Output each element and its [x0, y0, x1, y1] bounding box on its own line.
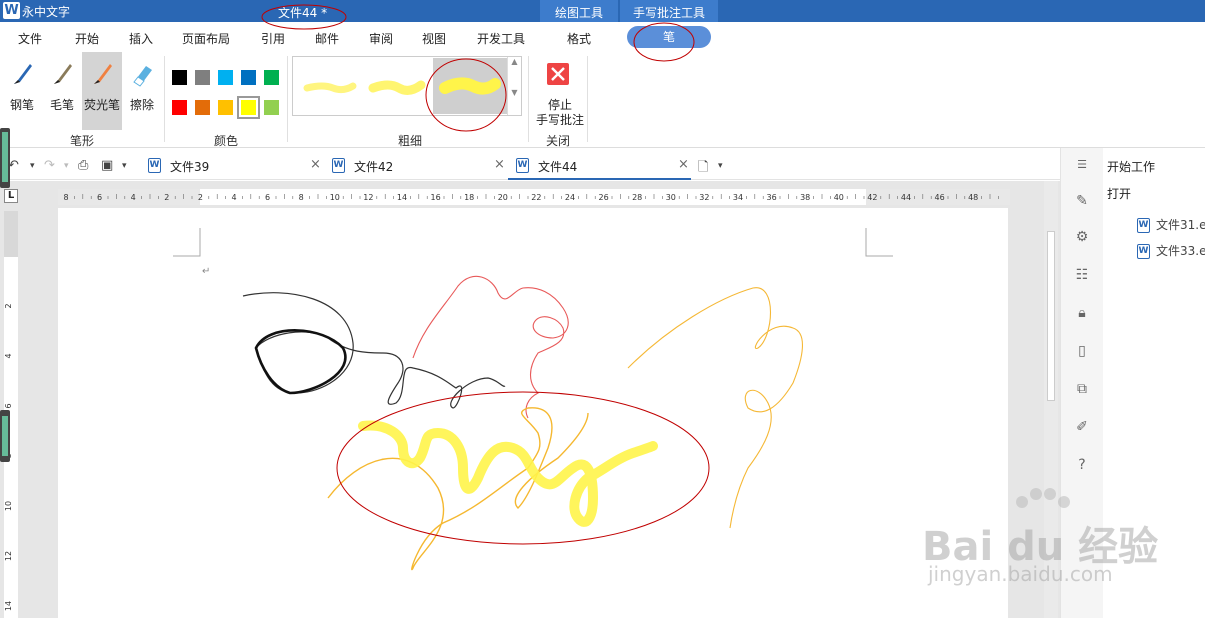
- ruler-tick-label: 4: [131, 193, 136, 202]
- ruler-tick-label: 18: [464, 193, 474, 202]
- print-preview-icon[interactable]: ⎙: [78, 158, 88, 173]
- ruler-tick-label: 12: [4, 551, 13, 561]
- left-edge-handle-lower[interactable]: [0, 410, 10, 462]
- ruler-tick-label: 4: [4, 353, 13, 358]
- ruler-tick-label: 16: [431, 193, 441, 202]
- task-pane-title: 开始工作: [1107, 160, 1156, 174]
- ruler-tick-label: 2: [164, 193, 169, 202]
- lock-icon[interactable]: 🔒︎: [1073, 304, 1091, 322]
- customize-dropdown-icon[interactable]: ▾: [122, 161, 127, 171]
- document-icon: W: [1137, 218, 1150, 233]
- redo-dropdown-icon[interactable]: ▾: [64, 161, 69, 171]
- document-area: L 8 6 4 2 2 4 6 8 10 12 14 16 18 20 22 24 26 28 30 32 34 36 38…: [0, 181, 1060, 628]
- settings-sliders-icon[interactable]: ⚙: [1073, 228, 1091, 246]
- help-icon[interactable]: ?: [1073, 456, 1091, 474]
- ruler-tick-label: 2: [198, 193, 203, 202]
- annotation-overlay: [261, 4, 695, 132]
- margin-mark: [173, 228, 201, 257]
- document-icon: W: [332, 158, 345, 173]
- new-document-icon[interactable]: 🗋: [698, 158, 708, 180]
- scrollbar-thumb[interactable]: [1047, 231, 1055, 401]
- tab-document-44[interactable]: W 文件44 ×: [508, 152, 691, 180]
- ruler-tick-label: 38: [800, 193, 810, 202]
- edit-icon[interactable]: ✐: [1073, 418, 1091, 436]
- ruler-tick-label: 2: [4, 303, 13, 308]
- document-icon: W: [148, 158, 161, 173]
- tab-stop-selector[interactable]: L: [4, 189, 18, 203]
- tab-label: 文件39: [170, 160, 210, 174]
- redo-icon[interactable]: ↷: [44, 158, 55, 173]
- ruler-tick-label: 30: [666, 193, 676, 202]
- ruler-tick-label: 42: [867, 193, 877, 202]
- handle-fill: [2, 132, 8, 182]
- ruler-tick-label: 6: [265, 193, 270, 202]
- ruler-tick-label: 10: [4, 501, 13, 511]
- ruler-tick-label: 22: [531, 193, 541, 202]
- close-tab-icon[interactable]: ×: [678, 157, 689, 172]
- clipboard-icon[interactable]: ▯: [1073, 342, 1091, 360]
- close-tab-icon[interactable]: ×: [310, 157, 321, 172]
- ruler-tick-label: 26: [599, 193, 609, 202]
- baidu-watermark: Bai du 经验 jingyan.baidu.com: [922, 488, 1182, 598]
- yellow-highlighter-stroke: [358, 420, 658, 527]
- ruler-tick-label: 6: [4, 403, 13, 408]
- ruler-tick-label: 46: [935, 193, 945, 202]
- ruler-tick-label: 28: [632, 193, 642, 202]
- ruler-tick-label: 48: [968, 193, 978, 202]
- copy-icon[interactable]: ⧉: [1073, 380, 1091, 398]
- ruler-tick-label: 34: [733, 193, 743, 202]
- red-pen-stroke: [412, 275, 569, 419]
- ruler-tick-label: 6: [97, 193, 102, 202]
- annotation-ellipse-pen-tab: [633, 22, 695, 62]
- ruler-tick-label: 4: [231, 193, 236, 202]
- horizontal-ruler[interactable]: 8 6 4 2 2 4 6 8 10 12 14 16 18 20 22 24 26 28 30 32 34 36 38 40…: [58, 189, 1010, 205]
- document-icon: W: [516, 158, 529, 173]
- watermark-url: jingyan.baidu.com: [928, 562, 1113, 586]
- annotation-ellipse-thickness: [425, 58, 507, 132]
- close-tab-icon[interactable]: ×: [494, 157, 505, 172]
- document-page[interactable]: ↵: [58, 208, 1008, 628]
- new-document-dropdown-icon[interactable]: ▾: [718, 161, 723, 171]
- collapse-icon[interactable]: ☰: [1073, 156, 1091, 174]
- pencil-icon[interactable]: ✎: [1073, 192, 1091, 210]
- tab-document-42[interactable]: W 文件42 ×: [324, 152, 508, 180]
- orange-pen-stroke: [627, 287, 804, 529]
- document-tabs-bar: ↶ ▾ ↷ ▾ ⎙ ▣ ▾ W 文件39 × W 文件42 × W 文件44 ×…: [0, 152, 1060, 180]
- ruler-tick-label: 8: [63, 193, 68, 202]
- handwriting-annotations: ↵: [173, 228, 893, 571]
- handle-fill: [2, 416, 8, 456]
- ruler-tick-label: 36: [767, 193, 777, 202]
- black-pen-stroke-thick: [254, 329, 347, 395]
- ruler-tick-label: 12: [363, 193, 373, 202]
- undo-dropdown-icon[interactable]: ▾: [30, 161, 35, 171]
- tab-document-39[interactable]: W 文件39 ×: [140, 152, 325, 180]
- ruler-tick-label: 14: [4, 601, 13, 611]
- ruler-tick-label: 8: [299, 193, 304, 202]
- ruler-tick-label: 32: [699, 193, 709, 202]
- ruler-tick-label: 44: [901, 193, 911, 202]
- ruler-tick-label: 20: [498, 193, 508, 202]
- paragraph-mark-icon: ↵: [202, 266, 210, 277]
- ruler-tick-label: 40: [834, 193, 844, 202]
- margin-mark: [865, 228, 893, 257]
- recent-file-item[interactable]: W 文件33.e: [1137, 242, 1205, 259]
- ruler-tick-label: 14: [397, 193, 407, 202]
- left-edge-handle[interactable]: [0, 128, 10, 188]
- recent-file-item[interactable]: W 文件31.e: [1137, 216, 1205, 233]
- annotation-ellipse-title: [261, 4, 347, 30]
- save-icon[interactable]: ▣: [101, 158, 113, 173]
- ruler-tick-label: 10: [330, 193, 340, 202]
- ruler-tick-label: 24: [565, 193, 575, 202]
- navigation-icon[interactable]: ☷: [1073, 266, 1091, 284]
- tab-label: 文件42: [354, 160, 394, 174]
- tab-label: 文件44: [538, 160, 578, 174]
- open-link[interactable]: 打开: [1107, 185, 1131, 202]
- document-icon: W: [1137, 244, 1150, 259]
